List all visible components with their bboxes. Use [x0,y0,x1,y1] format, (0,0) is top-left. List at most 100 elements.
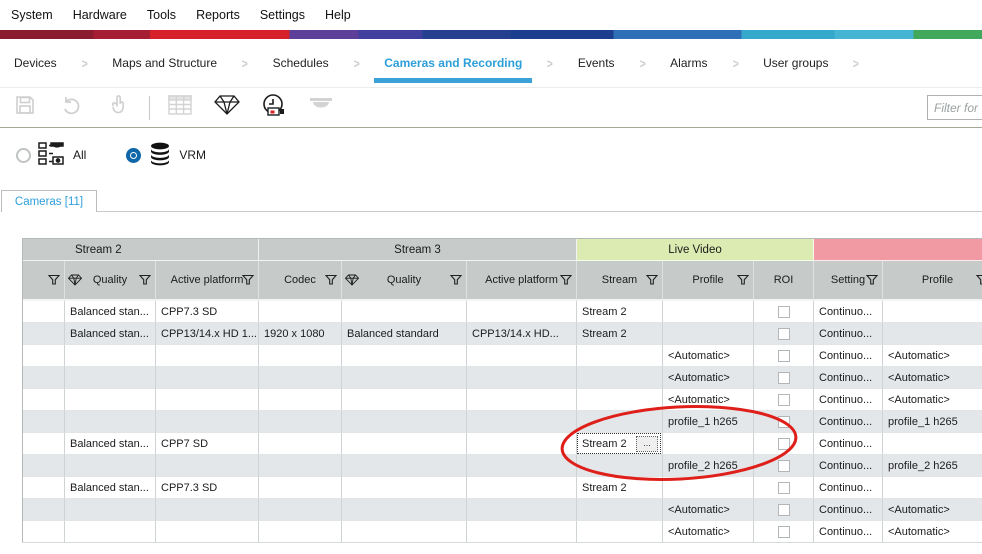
filter-input[interactable] [927,95,982,120]
cell-roi[interactable] [754,433,814,455]
breadcrumb-item-user-groups[interactable]: User groups [759,39,832,87]
menu-reports[interactable]: Reports [193,6,243,24]
filter-funnel-icon[interactable] [325,275,337,286]
cell-platform3[interactable] [467,301,577,323]
cell-codec3[interactable] [259,455,342,477]
cell-quality3[interactable] [342,433,467,455]
cell-roi[interactable] [754,411,814,433]
column-header-profile_rec[interactable]: Profile [883,261,982,301]
cell-roi[interactable] [754,389,814,411]
cell-profile_live[interactable] [663,323,754,345]
cell-platform2[interactable] [156,521,259,543]
cell-profile_rec[interactable]: <Automatic> [883,499,982,521]
cell-profile_rec[interactable]: <Automatic> [883,389,982,411]
cell-profile_live[interactable]: <Automatic> [663,499,754,521]
roi-checkbox[interactable] [778,372,790,384]
column-header-platform2[interactable]: Active platform [156,261,259,301]
cell-quality3[interactable] [342,389,467,411]
cell-platform2[interactable]: CPP13/14.x HD 1... [156,323,259,345]
cell-rowfilter[interactable] [23,301,65,323]
menu-system[interactable]: System [8,6,56,24]
cell-setting[interactable]: Continuo... [814,455,883,477]
cell-stream[interactable]: Stream 2 [577,477,663,499]
cell-profile_live[interactable] [663,301,754,323]
cell-profile_live[interactable]: <Automatic> [663,367,754,389]
cell-rowfilter[interactable] [23,477,65,499]
cell-platform3[interactable] [467,367,577,389]
column-header-platform3[interactable]: Active platform [467,261,577,301]
vrm-radio[interactable] [126,148,141,163]
roi-checkbox[interactable] [778,526,790,538]
cell-platform2[interactable]: CPP7.3 SD [156,301,259,323]
cell-profile_live[interactable]: profile_2 h265 [663,455,754,477]
breadcrumb-item-maps-and-structure[interactable]: Maps and Structure [108,39,221,87]
cell-quality3[interactable] [342,455,467,477]
cell-roi[interactable] [754,499,814,521]
cell-profile_rec[interactable]: profile_1 h265 [883,411,982,433]
cell-profile_rec[interactable]: profile_2 h265 [883,455,982,477]
menu-help[interactable]: Help [322,6,354,24]
cell-roi[interactable] [754,367,814,389]
filter-funnel-icon[interactable] [48,275,60,286]
cell-setting[interactable]: Continuo... [814,499,883,521]
cell-rowfilter[interactable] [23,411,65,433]
cell-platform3[interactable] [467,499,577,521]
cell-profile_rec[interactable]: <Automatic> [883,521,982,543]
roi-checkbox[interactable] [778,306,790,318]
filter-funnel-icon[interactable] [139,275,151,286]
cell-stream[interactable] [577,411,663,433]
recording-schedule-button[interactable] [261,95,287,121]
menu-tools[interactable]: Tools [144,6,179,24]
cell-quality2[interactable]: Balanced stan... [65,301,156,323]
breadcrumb-item-devices[interactable]: Devices [10,39,61,87]
cell-rowfilter[interactable] [23,367,65,389]
cell-profile_rec[interactable] [883,323,982,345]
column-header-profile_live[interactable]: Profile [663,261,754,301]
cell-setting[interactable]: Continuo... [814,345,883,367]
roi-checkbox[interactable] [778,416,790,428]
cell-roi[interactable] [754,521,814,543]
breadcrumb-item-alarms[interactable]: Alarms [666,39,711,87]
cell-setting[interactable]: Continuo... [814,323,883,345]
cell-codec3[interactable] [259,521,342,543]
cell-roi[interactable] [754,301,814,323]
cell-codec3[interactable] [259,499,342,521]
roi-checkbox[interactable] [778,350,790,362]
cell-quality3[interactable] [342,301,467,323]
roi-checkbox[interactable] [778,460,790,472]
filter-funnel-icon[interactable] [976,275,982,286]
cell-stream[interactable] [577,345,663,367]
cell-profile_live[interactable]: profile_1 h265 [663,411,754,433]
cell-codec3[interactable] [259,345,342,367]
cell-platform3[interactable] [467,433,577,455]
cell-profile_live[interactable] [663,433,754,455]
filter-funnel-icon[interactable] [866,275,878,286]
save-button[interactable] [12,95,38,121]
cell-codec3[interactable] [259,367,342,389]
roi-checkbox[interactable] [778,504,790,516]
scene-quality-button[interactable] [214,95,240,121]
cell-codec3[interactable] [259,433,342,455]
ellipsis-button[interactable]: ... [636,436,658,452]
menu-hardware[interactable]: Hardware [70,6,130,24]
cell-quality3[interactable] [342,411,467,433]
cell-setting[interactable]: Continuo... [814,521,883,543]
cell-quality2[interactable] [65,389,156,411]
cell-quality3[interactable] [342,477,467,499]
cell-profile_live[interactable]: <Automatic> [663,345,754,367]
filter-funnel-icon[interactable] [242,275,254,286]
cell-stream[interactable]: Stream 2 [577,301,663,323]
cell-quality3[interactable] [342,367,467,389]
cell-profile_live[interactable]: <Automatic> [663,389,754,411]
column-header-quality3[interactable]: Quality [342,261,467,301]
cell-platform3[interactable]: CPP13/14.x HD... [467,323,577,345]
cell-codec3[interactable] [259,411,342,433]
cell-setting[interactable]: Continuo... [814,411,883,433]
cell-quality2[interactable] [65,367,156,389]
cell-rowfilter[interactable] [23,389,65,411]
cell-profile_rec[interactable]: <Automatic> [883,345,982,367]
cell-quality3[interactable] [342,521,467,543]
cell-quality2[interactable] [65,411,156,433]
pan-button[interactable] [106,95,132,121]
cell-setting[interactable]: Continuo... [814,367,883,389]
